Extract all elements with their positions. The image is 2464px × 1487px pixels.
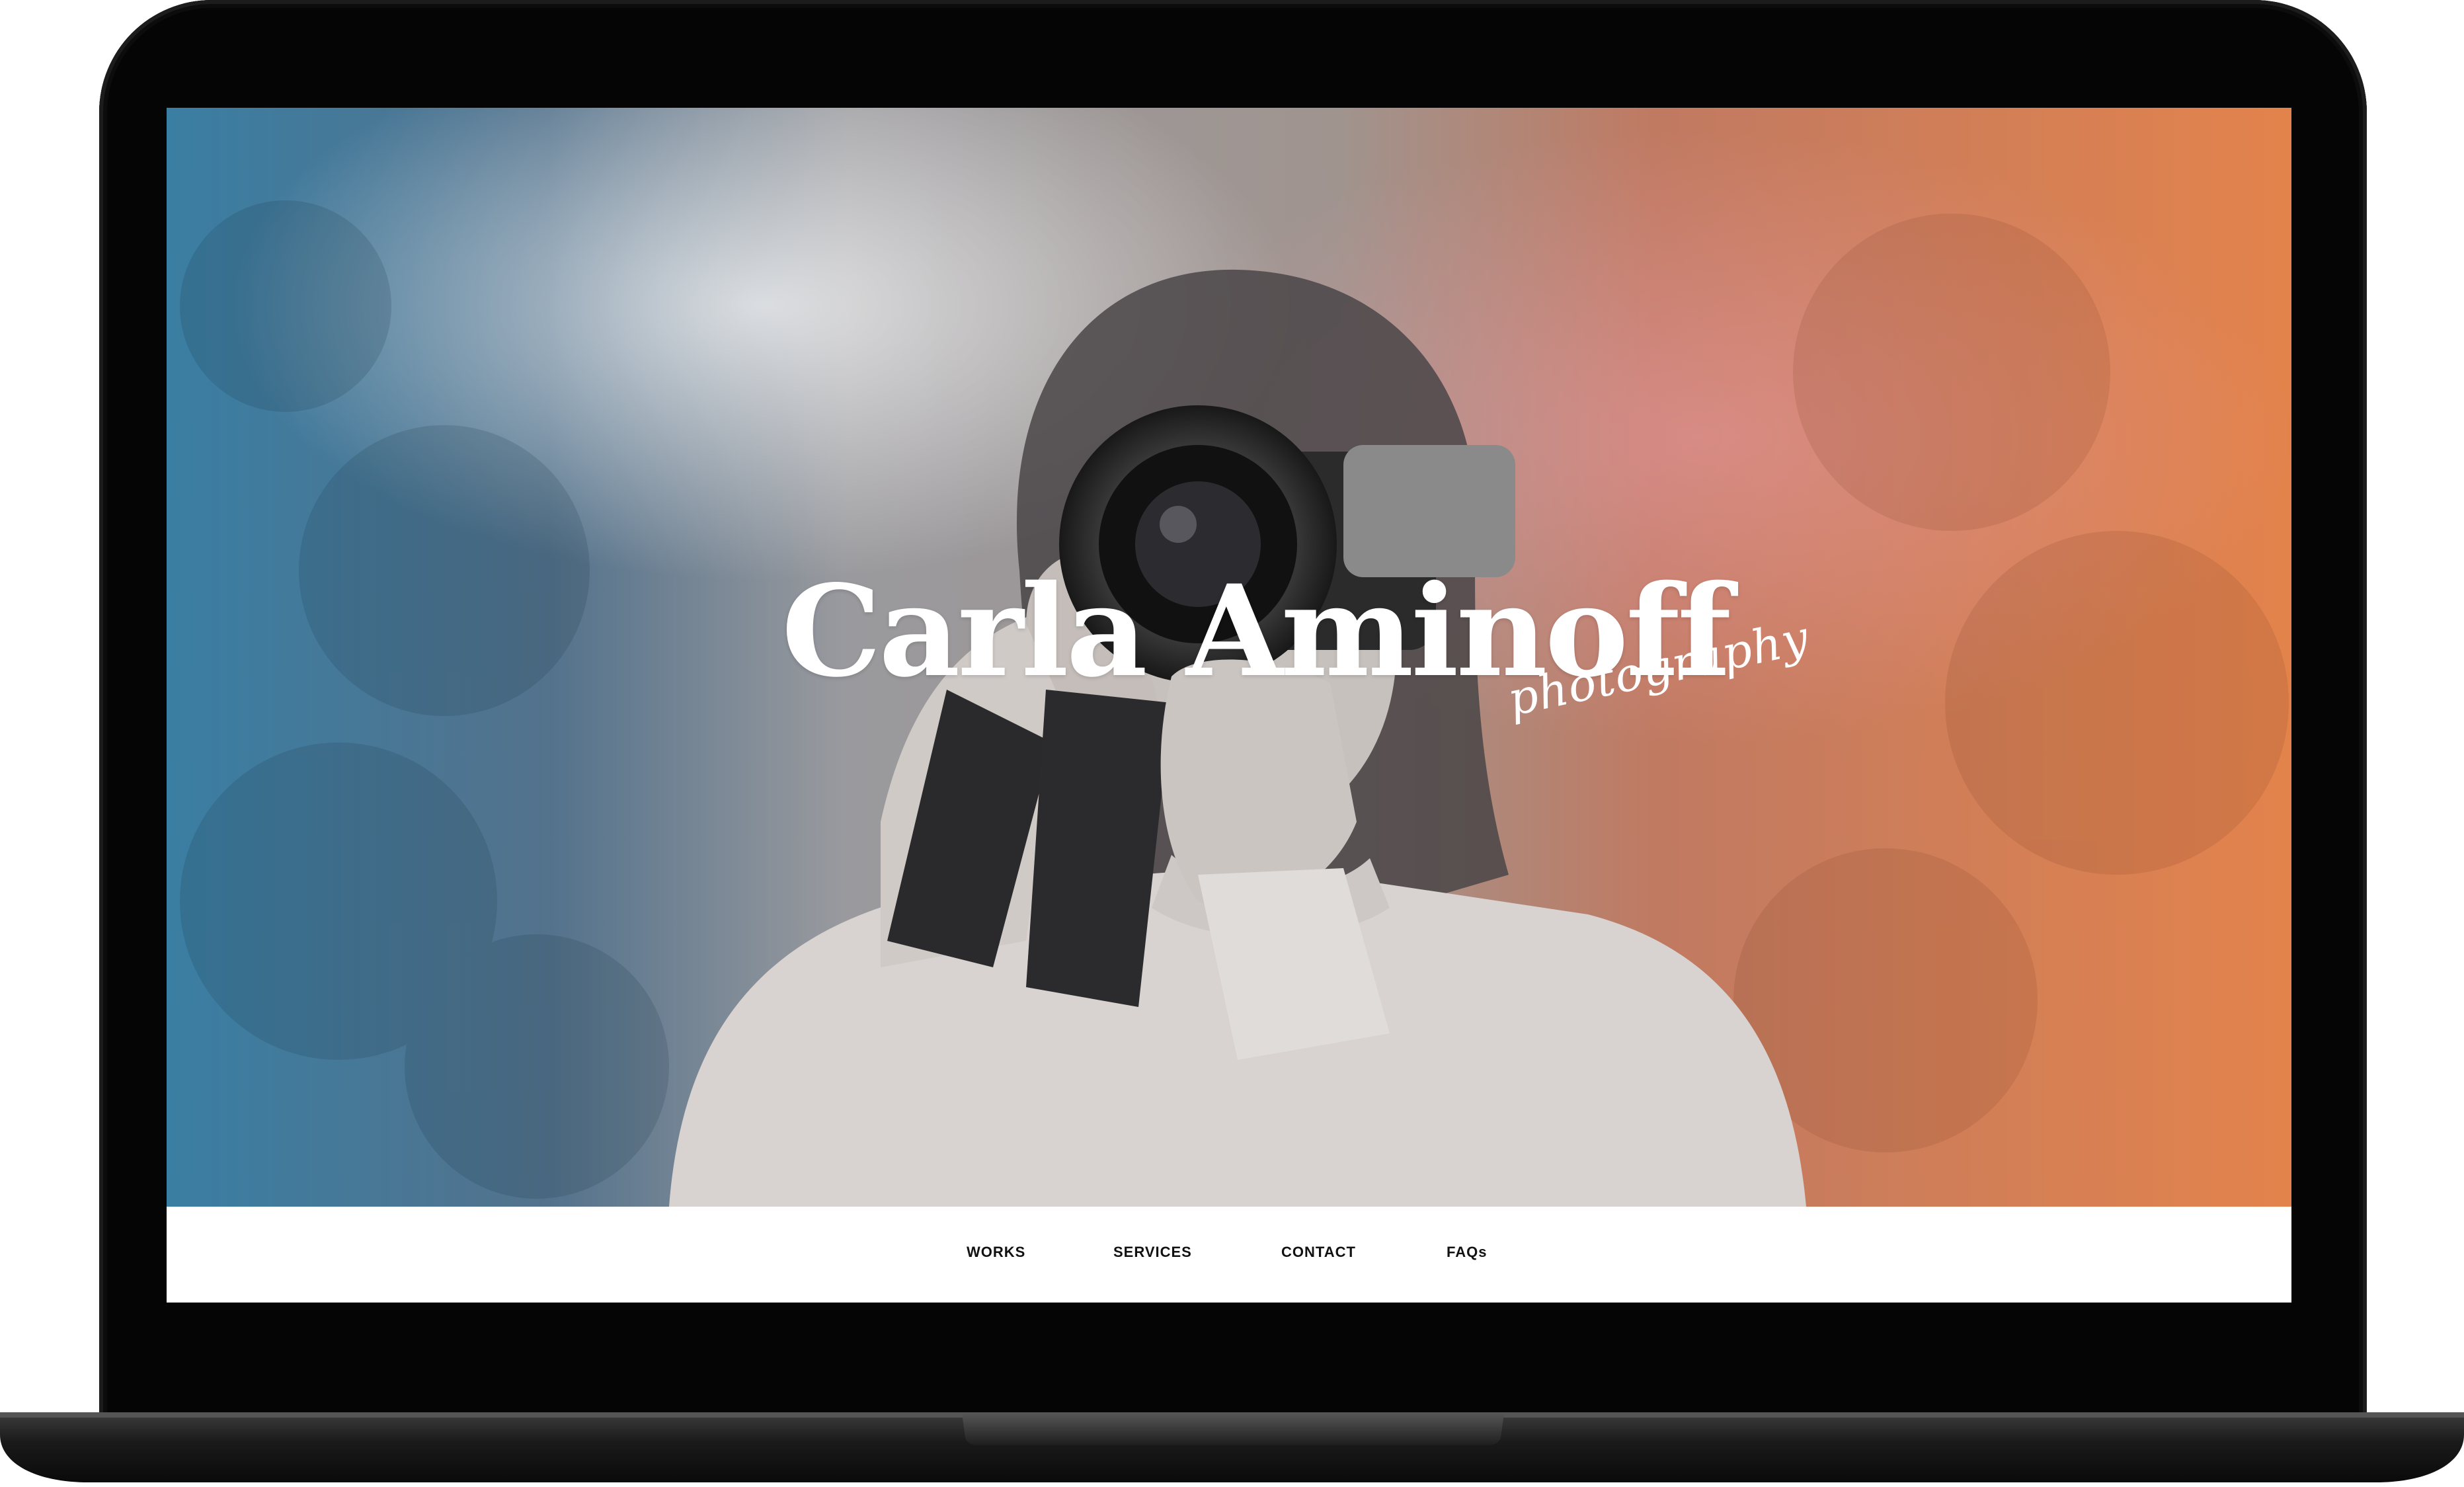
nav-item-works[interactable]: WORKS [967, 1244, 1025, 1261]
hero-banner: Carla Aminoff photography [167, 108, 2291, 1207]
nav-item-services[interactable]: SERVICES [1113, 1244, 1192, 1261]
nav-item-contact[interactable]: CONTACT [1281, 1244, 1356, 1261]
laptop-base [0, 1412, 2464, 1482]
hero-title-group: Carla Aminoff photography [167, 108, 2291, 1207]
main-navigation: WORKS SERVICES CONTACT FAQs [167, 1207, 2291, 1303]
browser-viewport: Carla Aminoff photography WORKS SERVICES… [167, 108, 2291, 1303]
nav-item-faqs[interactable]: FAQs [1447, 1244, 1487, 1261]
